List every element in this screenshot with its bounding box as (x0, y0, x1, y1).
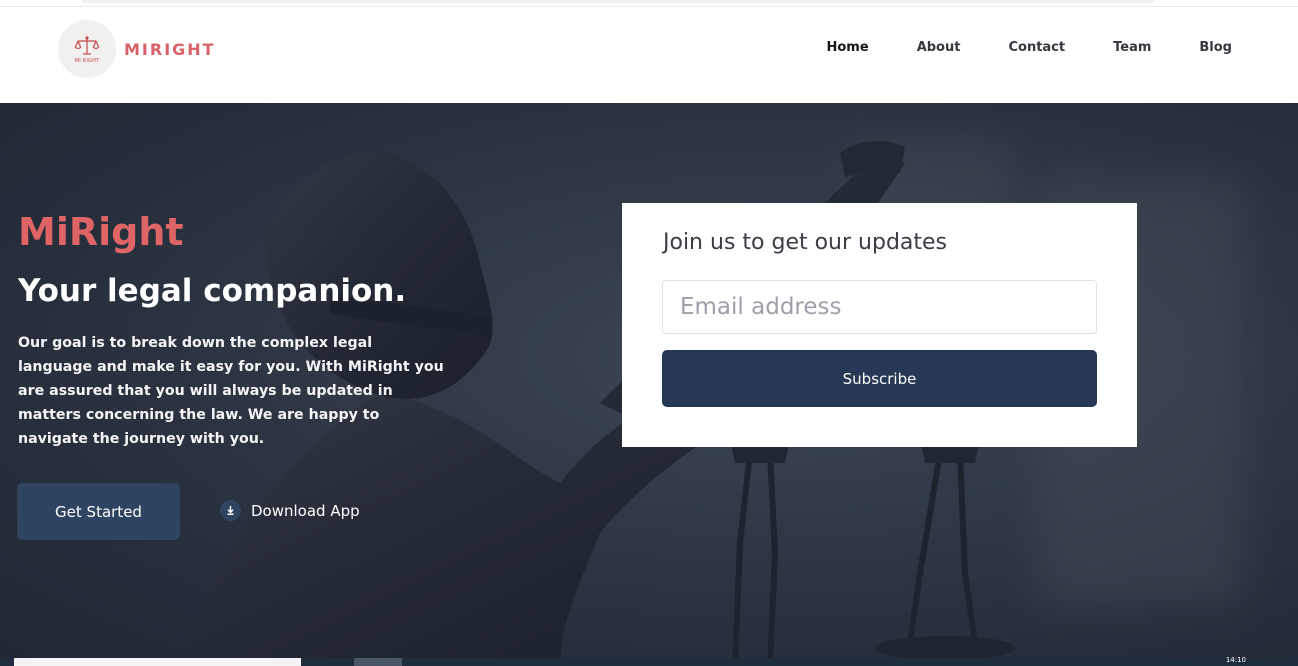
navbar: MI RIGHT MIRIGHT Home About Contact Team… (0, 7, 1298, 103)
email-field[interactable] (662, 280, 1097, 334)
logo[interactable]: MI RIGHT MIRIGHT (58, 20, 216, 78)
hero-subtitle: Your legal companion. (18, 273, 407, 309)
nav-about[interactable]: About (917, 40, 961, 55)
download-app-link[interactable]: Download App (220, 500, 360, 521)
download-app-label: Download App (251, 501, 360, 520)
taskbar: 14:10 (0, 656, 1298, 666)
nav-home[interactable]: Home (827, 40, 869, 55)
taskbar-app-button[interactable] (354, 658, 402, 666)
taskbar-search-box[interactable] (14, 658, 301, 666)
hero-description: Our goal is to break down the complex le… (18, 335, 444, 447)
nav-team[interactable]: Team (1113, 40, 1151, 55)
nav-blog[interactable]: Blog (1199, 40, 1232, 55)
hero-title: MiRight (18, 210, 184, 254)
brand-name[interactable]: MIRIGHT (124, 40, 216, 59)
scales-of-justice-icon (74, 35, 100, 55)
logo-badge: MI RIGHT (58, 20, 116, 78)
nav-contact[interactable]: Contact (1008, 40, 1065, 55)
subscribe-button[interactable]: Subscribe (662, 350, 1097, 407)
download-icon (220, 500, 241, 521)
top-strip-bar (82, 0, 1154, 3)
hero-section: MiRight Your legal companion. Our goal i… (0, 103, 1298, 666)
browser-top-strip (0, 0, 1298, 7)
main-nav: Home About Contact Team Blog (779, 40, 1233, 55)
taskbar-clock: 14:10 (1225, 656, 1246, 664)
get-started-button[interactable]: Get Started (17, 483, 180, 540)
subscribe-card: Join us to get our updates Subscribe (622, 203, 1137, 447)
logo-caption: MI RIGHT (74, 57, 100, 64)
subscribe-heading: Join us to get our updates (663, 230, 948, 255)
download-arrow-glyph (227, 506, 234, 516)
